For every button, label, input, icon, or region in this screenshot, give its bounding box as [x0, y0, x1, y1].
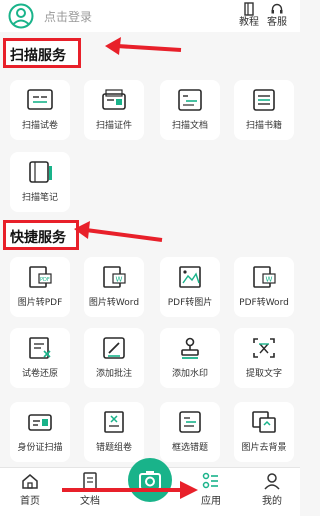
extract-text-icon [253, 338, 275, 358]
section-title-scan: 扫描服务 [10, 48, 66, 64]
tutorial-icon [244, 2, 254, 16]
tile-label: 添加批注 [95, 369, 132, 379]
tile-pdf-to-image[interactable]: PDF转图片 [160, 257, 220, 317]
tile-label: 错题组卷 [95, 443, 132, 453]
tile-restore-exam[interactable]: 试卷还原 [10, 328, 70, 388]
nav-home[interactable]: 首页 [10, 472, 50, 507]
pdf-to-image-icon [179, 266, 201, 288]
tile-image-to-word[interactable]: W 图片转Word [84, 257, 144, 317]
watermark-icon [181, 337, 199, 359]
profile-icon [264, 473, 280, 490]
tile-image-to-pdf[interactable]: PDF 图片转PDF [10, 257, 70, 317]
tile-label: 扫描证件 [95, 121, 132, 131]
tile-label: 试卷还原 [21, 369, 58, 379]
tile-scan-book[interactable]: 扫描书籍 [234, 80, 294, 140]
tile-label: 框选错题 [171, 443, 208, 453]
tile-label: PDF转图片 [167, 298, 213, 308]
exam-icon [27, 89, 53, 110]
notebook-icon [29, 161, 52, 183]
book-icon [253, 89, 275, 111]
tile-remove-background[interactable]: 图片去背景 [234, 402, 294, 462]
wrong-questions-icon [104, 411, 124, 433]
id-scan-icon [28, 414, 52, 431]
tile-label: 图片转PDF [17, 298, 63, 308]
tile-label: 图片转Word [88, 298, 140, 308]
tile-annotate[interactable]: 添加批注 [84, 328, 144, 388]
service-label: 客服 [267, 17, 287, 28]
apps-icon [202, 472, 218, 489]
login-link[interactable]: 点击登录 [44, 8, 92, 25]
tutorial-label: 教程 [239, 17, 259, 28]
tutorial-button[interactable]: 教程 [236, 2, 262, 30]
id-card-icon [102, 89, 126, 110]
tile-id-scan[interactable]: 身份证扫描 [10, 402, 70, 462]
section-header-quick: 快捷服务 [3, 220, 79, 250]
avatar-icon[interactable] [8, 3, 34, 29]
nav-profile-label: 我的 [262, 496, 282, 507]
section-header-scan: 扫描服务 [3, 38, 81, 68]
tile-label: PDF转Word [239, 298, 289, 308]
top-bar: 点击登录 教程 客服 [0, 0, 300, 32]
image-to-pdf-icon: PDF [29, 266, 52, 288]
annotation-arrow [105, 37, 182, 55]
tile-label: 提取文字 [245, 369, 282, 379]
tile-label: 图片去背景 [241, 443, 287, 453]
annotate-icon [103, 337, 125, 359]
tile-scan-id[interactable]: 扫描证件 [84, 80, 144, 140]
tile-label: 扫描文档 [171, 121, 208, 131]
tile-label: 扫描书籍 [245, 121, 282, 131]
restore-exam-icon [29, 337, 51, 359]
service-button[interactable]: 客服 [264, 2, 290, 30]
tile-pdf-to-word[interactable]: W PDF转Word [234, 257, 294, 317]
remove-background-icon [252, 411, 276, 433]
pdf-to-word-icon: W [253, 266, 276, 288]
image-to-word-icon: W [103, 266, 126, 288]
svg-text:PDF: PDF [40, 277, 50, 283]
annotation-arrow [74, 221, 163, 242]
tile-scan-notes[interactable]: 扫描笔记 [10, 152, 70, 212]
tile-label: 扫描试卷 [21, 121, 58, 131]
tile-label: 身份证扫描 [17, 443, 63, 453]
nav-profile[interactable]: 我的 [252, 472, 292, 507]
tile-extract-text[interactable]: 提取文字 [234, 328, 294, 388]
tile-label: 扫描笔记 [21, 193, 58, 203]
tile-scan-document[interactable]: 扫描文档 [160, 80, 220, 140]
tile-watermark[interactable]: 添加水印 [160, 328, 220, 388]
section-title-quick: 快捷服务 [10, 230, 66, 246]
svg-text:W: W [266, 276, 273, 284]
tile-scan-exam[interactable]: 扫描试卷 [10, 80, 70, 140]
annotation-arrow [62, 481, 198, 499]
home-icon [22, 474, 38, 489]
tile-wrong-questions[interactable]: 错题组卷 [84, 402, 144, 462]
headset-icon [271, 3, 283, 14]
select-wrong-icon [179, 411, 201, 433]
svg-text:W: W [116, 276, 123, 284]
tile-label: 添加水印 [171, 369, 208, 379]
tile-select-wrong[interactable]: 框选错题 [160, 402, 220, 462]
nav-home-label: 首页 [20, 496, 40, 507]
document-icon [178, 89, 202, 111]
